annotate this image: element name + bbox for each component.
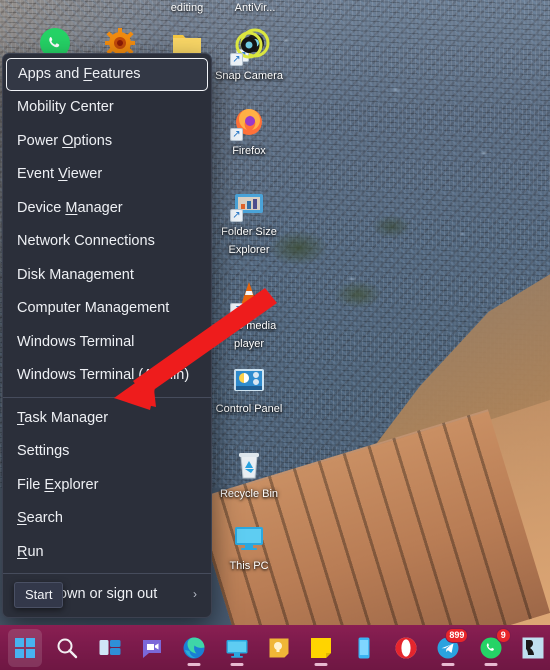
monitor-icon	[225, 636, 249, 660]
desktop-icon-label: Folder Size Explorer	[221, 226, 277, 256]
menu-item-label: Disk Management	[17, 266, 134, 283]
menu-item-run[interactable]: Run	[3, 536, 211, 570]
menu-item-label: Search	[17, 510, 63, 526]
windows-logo-icon	[13, 636, 37, 660]
shortcut-overlay-icon: ↗	[230, 128, 243, 141]
taskbar-item-phone-link[interactable]	[347, 629, 381, 667]
taskbar-item-opera[interactable]	[389, 629, 423, 667]
taskbar-item-whatsapp[interactable]: 9	[473, 627, 511, 667]
sticky-note-idea-icon	[267, 636, 291, 660]
folder-chart-icon: ↗	[230, 186, 266, 222]
taskbar-item-sticky-notes[interactable]	[262, 629, 296, 667]
menu-item-label: Event Viewer	[17, 166, 103, 182]
desktop-icon-label: Firefox	[232, 145, 266, 157]
menu-item-device-manager[interactable]: Device Manager	[3, 192, 211, 226]
desktop-icon-label-editing: editing	[170, 2, 204, 14]
taskbar-item-notes[interactable]	[304, 629, 338, 667]
menu-item-desktop[interactable]: Desktop	[3, 612, 211, 618]
desktop-icon-label-antivirus: AntiVir...	[234, 2, 276, 14]
menu-item-label: Mobility Center	[17, 99, 114, 115]
menu-separator	[3, 573, 211, 574]
menu-item-apps-and-features[interactable]: Apps and Features	[6, 58, 208, 91]
chat-icon	[140, 636, 164, 660]
desktop-icon-folder-size-explorer[interactable]: ↗ Folder Size Explorer	[212, 186, 286, 258]
task-view-icon	[98, 636, 122, 660]
phone-icon	[352, 636, 376, 660]
taskbar-item-microsoft-edge[interactable]	[177, 629, 211, 667]
desktop-icon-label: This PC	[229, 560, 269, 572]
menu-item-label: Network Connections	[17, 233, 155, 249]
menu-item-windows-terminal[interactable]: Windows Terminal	[3, 326, 211, 360]
menu-item-label: Windows Terminal	[17, 333, 135, 350]
menu-item-mobility-center[interactable]: Mobility Center	[3, 91, 211, 125]
menu-item-computer-management[interactable]: Computer Management	[3, 292, 211, 326]
start-tooltip: Start	[14, 582, 64, 608]
opera-icon	[394, 636, 418, 660]
taskbar-item-telegram[interactable]: 899	[431, 627, 469, 667]
traffic-cone-icon: ↗	[230, 280, 266, 316]
menu-item-task-manager[interactable]: Task Manager	[3, 402, 211, 436]
kindle-icon	[521, 636, 545, 660]
menu-item-label: Computer Management	[17, 300, 170, 316]
menu-item-search[interactable]: Search	[3, 502, 211, 536]
desktop-icon-recycle-bin[interactable]: Recycle Bin	[212, 448, 286, 502]
menu-item-label: File Explorer	[17, 476, 99, 493]
yellow-note-icon	[309, 636, 333, 660]
desktop-icon-label: Recycle Bin	[219, 488, 279, 500]
control-panel-icon	[232, 363, 266, 397]
taskbar-item-kindle[interactable]	[516, 629, 550, 667]
menu-item-file-explorer[interactable]: File Explorer	[3, 469, 211, 503]
menu-item-label: Windows Terminal (Admin)	[17, 367, 190, 383]
desktop-icon-snap-camera[interactable]: ↗ Snap Camera	[212, 30, 286, 84]
shortcut-overlay-icon: ↗	[230, 303, 243, 316]
edge-icon	[182, 636, 206, 660]
menu-item-event-viewer[interactable]: Event Viewer	[3, 158, 211, 192]
taskbar-item-start-button[interactable]	[8, 628, 43, 667]
menu-item-network-connections[interactable]: Network Connections	[3, 225, 211, 259]
menu-item-label: Device Manager	[17, 199, 123, 216]
shortcut-overlay-icon: ↗	[230, 209, 243, 222]
winx-context-menu[interactable]: Apps and Features Mobility Center Power Op…	[2, 53, 212, 618]
menu-item-label: Power Options	[17, 132, 113, 149]
desktop-icon-control-panel[interactable]: Control Panel	[212, 363, 286, 417]
taskbar-item-search[interactable]	[50, 629, 84, 667]
desktop-icon-vlc-media-player[interactable]: ↗ VLC media player	[212, 280, 286, 352]
monitor-icon	[232, 520, 266, 554]
shortcut-overlay-icon: ↗	[230, 53, 243, 66]
notification-badge: 899	[445, 627, 469, 643]
taskbar[interactable]: 899 9	[0, 625, 550, 670]
menu-item-windows-terminal-admin[interactable]: Windows Terminal (Admin)	[3, 359, 211, 393]
desktop-icon-this-pc[interactable]: This PC	[212, 520, 286, 574]
desktop-icon-label: Control Panel	[215, 403, 283, 415]
recycle-bin-icon	[232, 448, 266, 482]
desktop-icon-label: Snap Camera	[215, 70, 283, 82]
firefox-icon: ↗	[230, 105, 266, 141]
camera-icon: ↗	[230, 30, 266, 66]
notification-badge: 9	[495, 627, 511, 643]
chevron-right-icon: ›	[193, 587, 197, 601]
taskbar-item-this-pc[interactable]	[220, 629, 254, 667]
menu-item-label: Run	[17, 543, 44, 560]
menu-separator	[3, 396, 211, 398]
menu-item-label: Task Manager	[17, 409, 109, 426]
menu-item-label: Apps and Features	[18, 66, 141, 82]
desktop-icon-firefox[interactable]: ↗ Firefox	[212, 105, 286, 159]
menu-item-power-options[interactable]: Power Options	[3, 125, 211, 159]
menu-item-disk-management[interactable]: Disk Management	[3, 259, 211, 293]
taskbar-item-chat[interactable]	[135, 629, 169, 667]
menu-item-label: Settings	[17, 443, 70, 459]
taskbar-item-task-view[interactable]	[93, 629, 127, 667]
menu-item-settings[interactable]: Settings	[3, 435, 211, 469]
desktop-icon-label: VLC media player	[221, 320, 277, 350]
search-icon	[55, 636, 79, 660]
